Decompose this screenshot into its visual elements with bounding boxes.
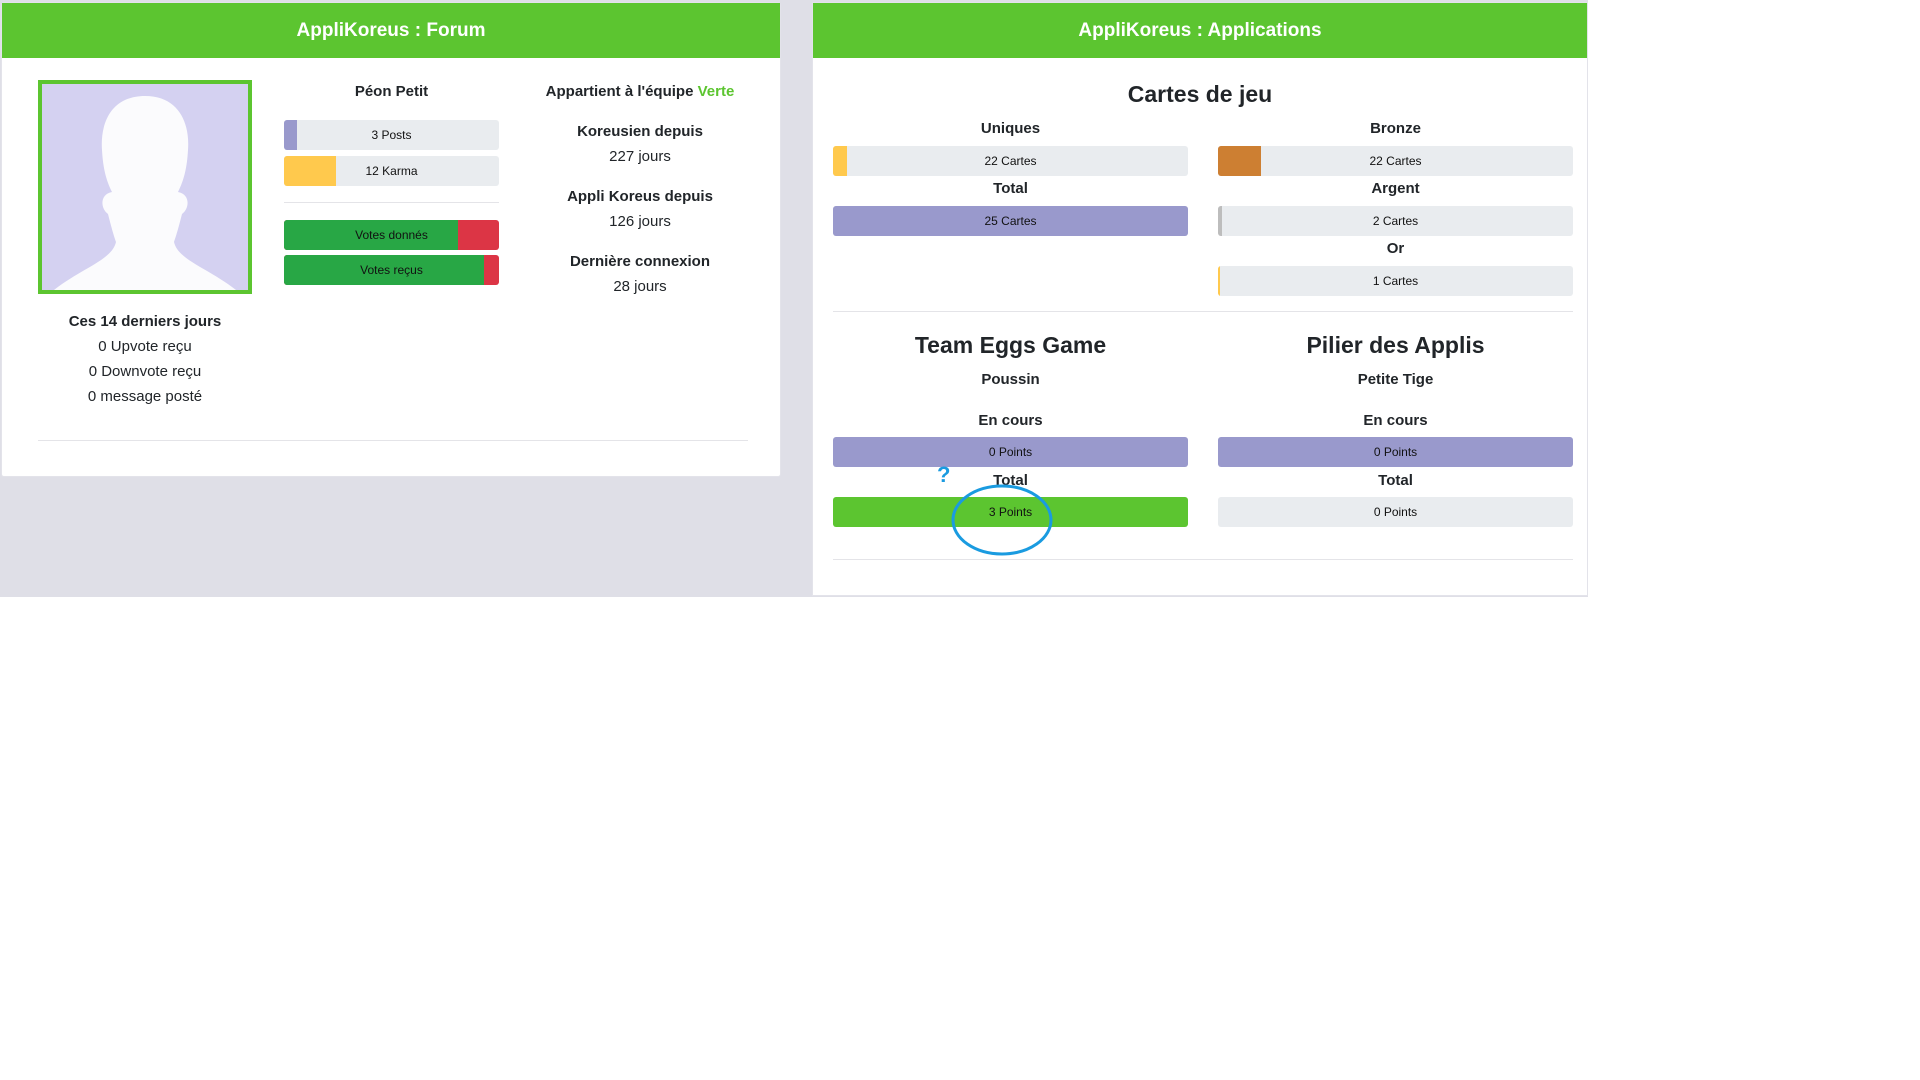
uniques-value: 22 Cartes bbox=[984, 154, 1037, 168]
total-cards-label: Total bbox=[993, 180, 1028, 197]
argent-label: Argent bbox=[1371, 180, 1420, 197]
karma-bar: 12 Karma bbox=[284, 156, 499, 186]
member-since-value: 227 jours bbox=[609, 148, 671, 165]
bronze-label: Bronze bbox=[1370, 120, 1421, 137]
apps-bottom-divider bbox=[833, 559, 1573, 560]
divider bbox=[284, 202, 499, 203]
eggs-title: Team Eggs Game bbox=[914, 332, 1107, 358]
app-since-label: Appli Koreus depuis bbox=[567, 188, 713, 205]
recent-title: Ces 14 derniers jours bbox=[68, 313, 222, 330]
pilier-current-bar: 0 Points bbox=[1218, 437, 1573, 467]
applications-card: AppliKoreus : Applications Cartes de jeu… bbox=[812, 2, 1588, 596]
team-name[interactable]: Verte bbox=[698, 83, 735, 100]
argent-bar: 2 Cartes bbox=[1218, 206, 1573, 236]
argent-value: 2 Cartes bbox=[1372, 214, 1419, 228]
or-label: Or bbox=[1386, 240, 1405, 257]
pilier-total-bar: 0 Points bbox=[1218, 497, 1573, 527]
last-login-label: Dernière connexion bbox=[569, 253, 711, 270]
or-bar: 1 Cartes bbox=[1218, 266, 1573, 296]
karma-label: 12 Karma bbox=[365, 164, 418, 178]
team-prefix: Appartient à l'équipe bbox=[545, 83, 694, 100]
total-cards-bar: 25 Cartes bbox=[833, 206, 1188, 236]
bronze-value: 22 Cartes bbox=[1369, 154, 1422, 168]
bronze-bar: 22 Cartes bbox=[1218, 146, 1573, 176]
pilier-total-value: 0 Points bbox=[1373, 505, 1418, 519]
forum-header: AppliKoreus : Forum bbox=[2, 3, 780, 58]
posts-label: 3 Posts bbox=[371, 128, 412, 142]
applications-header: AppliKoreus : Applications bbox=[813, 3, 1587, 58]
eggs-rank: Poussin bbox=[981, 371, 1040, 388]
votes-received-bar: Votes reçus bbox=[284, 255, 499, 285]
votes-given-bar: Votes donnés bbox=[284, 220, 499, 250]
uniques-label: Uniques bbox=[980, 120, 1041, 137]
cards-title: Cartes de jeu bbox=[1127, 81, 1273, 107]
pilier-total-label: Total bbox=[1378, 472, 1413, 489]
pilier-current-value: 0 Points bbox=[1373, 445, 1418, 459]
votes-received-label: Votes reçus bbox=[360, 263, 423, 277]
total-cards-value: 25 Cartes bbox=[984, 214, 1037, 228]
recent-downvotes: 0 Downvote reçu bbox=[88, 363, 202, 380]
eggs-current-label: En cours bbox=[978, 412, 1043, 429]
recent-messages: 0 message posté bbox=[87, 388, 203, 405]
app-since-value: 126 jours bbox=[609, 213, 671, 230]
uniques-bar: 22 Cartes bbox=[833, 146, 1188, 176]
cards-divider bbox=[833, 311, 1573, 312]
pilier-rank: Petite Tige bbox=[1357, 371, 1434, 388]
posts-bar: 3 Posts bbox=[284, 120, 499, 150]
forum-card: AppliKoreus : Forum Ces 14 derniers jour… bbox=[1, 2, 781, 477]
avatar[interactable] bbox=[38, 80, 252, 294]
forum-bottom-divider bbox=[38, 440, 748, 441]
or-value: 1 Cartes bbox=[1372, 274, 1419, 288]
team-line: Appartient à l'équipe Verte bbox=[520, 83, 760, 100]
user-silhouette-icon bbox=[42, 84, 248, 290]
username[interactable]: Péon Petit bbox=[284, 83, 499, 100]
votes-given-label: Votes donnés bbox=[355, 228, 428, 242]
pilier-current-label: En cours bbox=[1363, 412, 1428, 429]
member-since-label: Koreusien depuis bbox=[577, 123, 703, 140]
eggs-total-value: 3 Points bbox=[988, 505, 1033, 519]
recent-upvotes: 0 Upvote reçu bbox=[98, 338, 192, 355]
eggs-current-bar: 0 Points bbox=[833, 437, 1188, 467]
pilier-title: Pilier des Applis bbox=[1306, 332, 1485, 358]
last-login-value: 28 jours bbox=[613, 278, 667, 295]
eggs-current-value: 0 Points bbox=[988, 445, 1033, 459]
eggs-total-bar: 3 Points bbox=[833, 497, 1188, 527]
